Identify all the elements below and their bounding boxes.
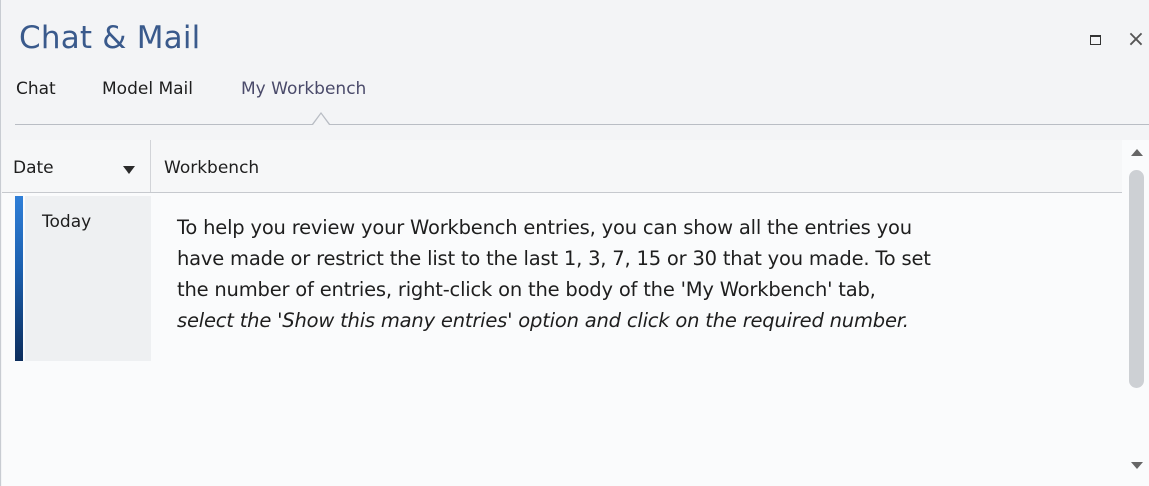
entry-date-cell: Today [25, 196, 151, 361]
close-icon: × [1126, 26, 1146, 52]
column-header-workbench[interactable]: Workbench [151, 140, 1121, 192]
column-header-date[interactable]: Date [2, 140, 151, 192]
entry-text-line: the number of entries, right-click on th… [177, 278, 876, 301]
scroll-up-icon[interactable] [1131, 149, 1143, 156]
close-button[interactable]: × [1127, 27, 1145, 52]
tab-my-workbench[interactable]: My Workbench [241, 79, 366, 99]
workbench-list[interactable]: Date Workbench Today To help you review … [2, 140, 1149, 486]
entry-text: To help you review your Workbench entrie… [177, 212, 1117, 336]
maximize-icon [1089, 35, 1101, 45]
window-title: Chat & Mail [19, 20, 201, 56]
entry-text-line: To help you review your Workbench entrie… [177, 216, 912, 239]
chat-and-mail-window: Chat & Mail × Chat Model Mail My Workben… [0, 0, 1149, 486]
tab-model-mail[interactable]: Model Mail [102, 79, 193, 99]
column-header-date-label: Date [13, 158, 54, 178]
tab-bar: Chat Model Mail My Workbench [1, 70, 1149, 126]
scroll-thumb[interactable] [1129, 170, 1144, 388]
maximize-button[interactable] [1087, 32, 1103, 48]
tab-chat[interactable]: Chat [16, 79, 56, 99]
list-item[interactable]: Today To help you review your Workbench … [15, 196, 1122, 361]
entry-accent-bar [15, 196, 23, 361]
scroll-down-icon[interactable] [1131, 462, 1143, 469]
entry-text-line: have made or restrict the list to the la… [177, 247, 931, 270]
title-bar: Chat & Mail × [1, 0, 1149, 70]
vertical-scrollbar[interactable] [1123, 140, 1149, 486]
tab-divider [15, 124, 1149, 125]
list-header: Date Workbench [2, 140, 1122, 193]
sort-descending-icon[interactable] [123, 166, 135, 174]
entry-text-line-italic: select the 'Show this many entries' opti… [177, 309, 909, 332]
entry-date: Today [42, 212, 92, 232]
column-header-workbench-label: Workbench [164, 158, 260, 178]
